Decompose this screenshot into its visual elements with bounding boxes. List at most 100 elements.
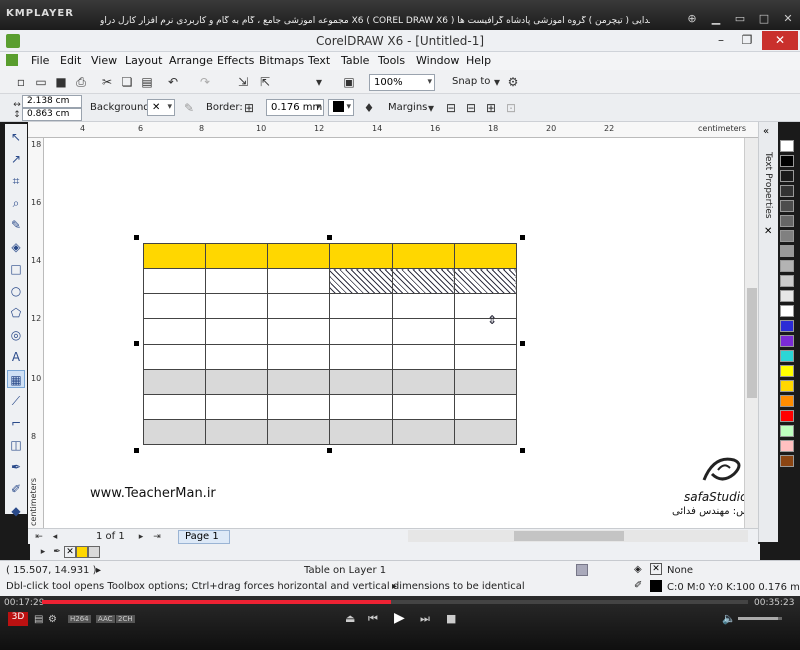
palette-swatch[interactable] [780,260,794,272]
yellow-swatch[interactable] [76,546,88,558]
table-object[interactable] [142,242,518,446]
table-cell[interactable] [453,268,518,295]
table-cell[interactable] [142,343,207,370]
margins-arrow-icon[interactable]: ▾ [422,99,440,117]
object-height-input[interactable]: 0.863 cm [22,108,82,121]
table-row[interactable] [142,343,518,370]
docker-close-icon[interactable]: ✕ [764,226,772,237]
selection-handle[interactable] [327,448,332,453]
table-cell[interactable] [142,293,207,320]
border-selection-icon[interactable]: ⊞ [240,99,258,117]
palette-swatch[interactable] [780,410,794,422]
table-cell[interactable] [142,393,207,420]
seek-bar[interactable] [42,600,748,604]
palette-swatch[interactable] [780,215,794,227]
table-row[interactable] [142,242,518,270]
menu-arrange[interactable]: Arrange [169,54,213,67]
palette-swatch[interactable] [780,350,794,362]
palette-swatch[interactable] [780,335,794,347]
table-cell[interactable] [267,343,331,370]
table-cell[interactable] [142,242,207,270]
no-color-swatch[interactable]: ✕ [64,546,76,558]
selection-handle[interactable] [134,341,139,346]
menu-layout[interactable]: Layout [125,54,162,67]
blend-tool-icon[interactable]: ◫ [7,436,25,454]
table-cell[interactable] [205,368,269,395]
palette-swatch[interactable] [780,245,794,257]
vertical-ruler[interactable]: 18 16 14 12 10 8 centimeters [28,138,44,528]
playlist-icon[interactable]: ▤ [34,614,43,625]
copy-icon[interactable]: ❏ [118,73,136,91]
table-cell[interactable] [453,368,518,395]
table-cell[interactable] [453,393,518,420]
palette-swatch[interactable] [780,320,794,332]
palette-swatch[interactable] [780,455,794,467]
table-cell[interactable] [391,242,455,270]
table-cell[interactable] [453,418,518,446]
menu-window[interactable]: Window [416,54,459,67]
cut-icon[interactable]: ✂ [98,73,116,91]
table-cell[interactable] [205,343,269,370]
import-icon[interactable]: ⇲ [234,73,252,91]
menu-help[interactable]: Help [466,54,491,67]
table-cell[interactable] [142,318,207,345]
selection-handle[interactable] [134,235,139,240]
border-color-select[interactable] [328,99,354,116]
table-row[interactable] [142,368,518,395]
settings-icon[interactable]: ⚙ [48,614,57,625]
table-cell[interactable] [329,318,393,345]
scroll-thumb[interactable] [747,288,757,398]
table-cell[interactable] [142,368,207,395]
polygon-tool-icon[interactable]: ⬠ [7,304,25,322]
outline-tool-icon[interactable]: ✐ [7,480,25,498]
table-cell[interactable] [329,418,393,446]
table-cell[interactable] [205,318,269,345]
palette-swatch[interactable] [780,380,794,392]
ellipse-tool-icon[interactable]: ○ [7,282,25,300]
menu-tools[interactable]: Tools [378,54,405,67]
menu-text[interactable]: Text [308,54,330,67]
palette-swatch[interactable] [780,440,794,452]
3d-badge[interactable]: 3D [8,612,28,626]
volume-icon[interactable]: 🔈 [722,612,736,625]
export-icon[interactable]: ⇱ [256,73,274,91]
table-cell[interactable] [391,418,455,446]
table-cell[interactable] [391,318,455,345]
palette-swatch[interactable] [780,425,794,437]
kmp-maximize-icon[interactable]: □ [756,12,772,26]
table-cell[interactable] [205,393,269,420]
smart-fill-tool-icon[interactable]: ◈ [7,238,25,256]
menu-bitmaps[interactable]: Bitmaps [259,54,304,67]
eject-icon[interactable]: ⏏ [345,612,355,625]
palette-swatch[interactable] [780,365,794,377]
fill-tool-icon[interactable]: ◆ [7,502,25,520]
selection-handle[interactable] [520,235,525,240]
table-cell[interactable] [453,318,518,345]
selection-handle[interactable] [520,448,525,453]
palette-swatch[interactable] [780,305,794,317]
outline-pen-icon[interactable]: ♦ [360,99,378,117]
kmp-restore-icon[interactable]: ▭ [732,12,748,26]
table-tool-icon[interactable]: ▦ [7,370,25,388]
merge-cells-icon[interactable]: ⊟ [442,99,460,117]
menu-view[interactable]: View [91,54,117,67]
zoom-select[interactable]: 100% [369,74,435,91]
crop-tool-icon[interactable]: ⌗ [7,172,25,190]
pick-tool-icon[interactable]: ↖ [7,128,25,146]
page-tab-1[interactable]: Page 1 [178,530,230,544]
table-row[interactable] [142,293,518,320]
stop-icon[interactable]: ■ [446,612,456,625]
table-cell[interactable] [205,418,269,446]
previous-icon[interactable]: ⏮ [368,612,378,626]
palette-swatch[interactable] [780,395,794,407]
table-cell[interactable] [391,343,455,370]
text-tool-icon[interactable]: A [7,348,25,366]
menu-effects[interactable]: Effects [217,54,254,67]
selection-handle[interactable] [520,341,525,346]
unmerge-cells-icon[interactable]: ⊡ [502,99,520,117]
table-cell[interactable] [142,268,207,295]
shape-tool-icon[interactable]: ↗ [7,150,25,168]
table-cell[interactable] [329,268,393,295]
vertical-scrollbar[interactable] [744,138,758,528]
next-icon[interactable]: ⏭ [420,612,430,626]
